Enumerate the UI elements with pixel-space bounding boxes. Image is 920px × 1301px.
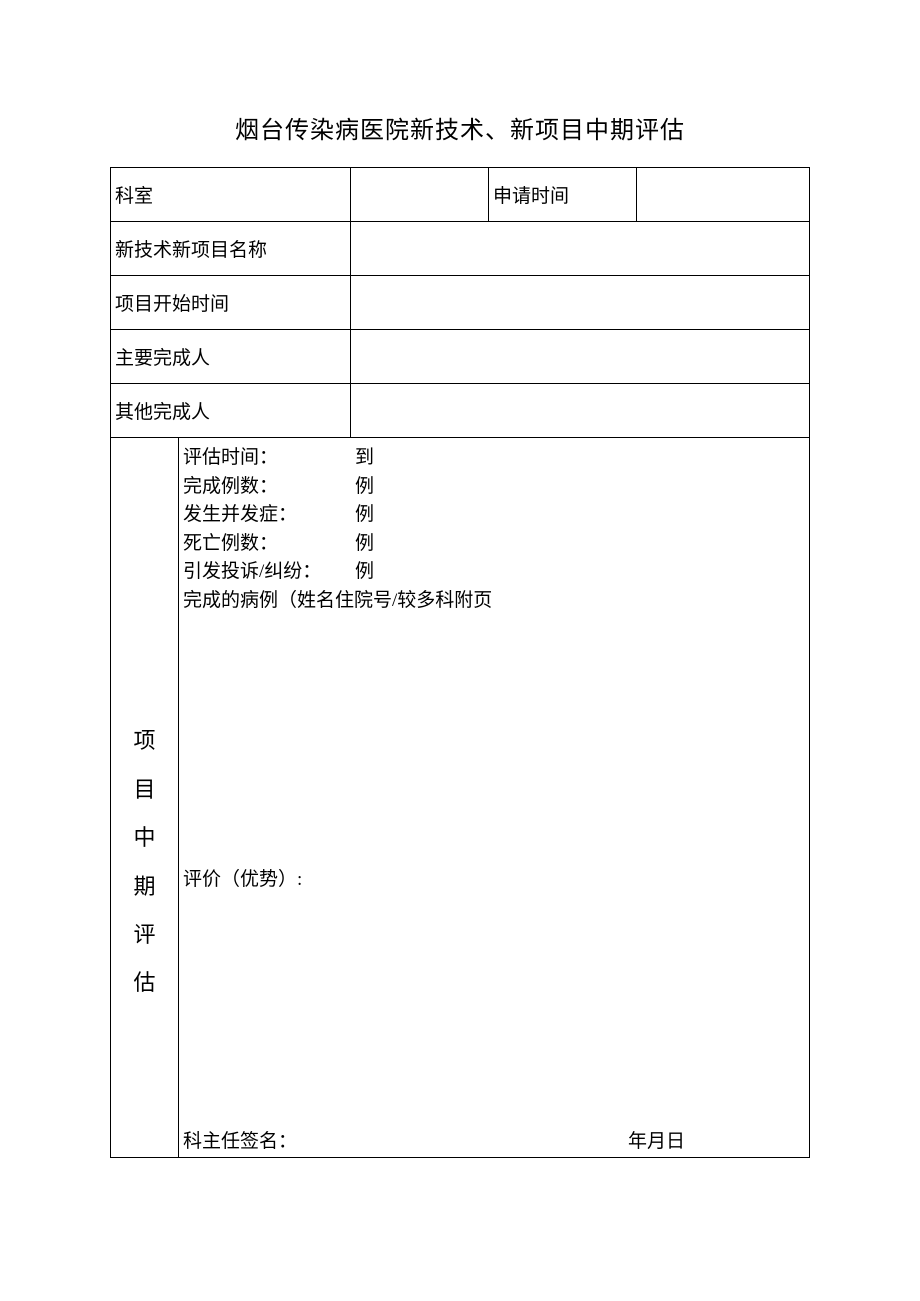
apply-time-label: 申请时间: [489, 168, 637, 222]
main-person-label: 主要完成人: [111, 330, 351, 384]
complication-value: 例: [355, 501, 374, 530]
eval-time-label: 评估时间：: [183, 444, 355, 473]
sign-date: 年月日: [628, 1126, 805, 1153]
other-person-label: 其他完成人: [111, 384, 351, 438]
section-char: 中: [133, 814, 155, 862]
complication-label: 发生并发症：: [183, 501, 355, 530]
cases-done-label: 完成例数：: [183, 473, 355, 502]
evaluation-label: 评价（优势）:: [183, 864, 302, 891]
section-char: 评: [133, 911, 155, 959]
apply-time-field[interactable]: [637, 168, 810, 222]
other-person-field[interactable]: [351, 384, 810, 438]
cases-detail-label: 完成的病例（姓名住院号/较多科附页: [183, 587, 805, 616]
project-name-label: 新技术新项目名称: [111, 222, 351, 276]
dept-label: 科室: [111, 168, 351, 222]
death-label: 死亡例数：: [183, 530, 355, 559]
sign-label: 科主任签名：: [183, 1126, 297, 1153]
start-time-field[interactable]: [351, 276, 810, 330]
start-time-label: 项目开始时间: [111, 276, 351, 330]
death-value: 例: [355, 530, 374, 559]
cases-done-value: 例: [355, 473, 374, 502]
evaluation-form-table: 科室 申请时间 新技术新项目名称 项目开始时间 主要完成人 其他完成人 项: [110, 167, 810, 1158]
section-char: 目: [133, 766, 155, 814]
project-name-field[interactable]: [351, 222, 810, 276]
dept-field[interactable]: [351, 168, 489, 222]
eval-time-value: 到: [355, 444, 374, 473]
complaint-label: 引发投诉/纠纷：: [183, 558, 355, 587]
complaint-value: 例: [355, 558, 374, 587]
section-char: 估: [133, 959, 155, 1007]
main-person-field[interactable]: [351, 330, 810, 384]
page-title: 烟台传染病医院新技术、新项目中期评估: [110, 110, 810, 145]
section-char: 期: [133, 863, 155, 911]
section-char: 项: [133, 717, 155, 765]
midterm-content-cell[interactable]: 评估时间： 到 完成例数： 例 发生并发症： 例 死亡例数： 例: [179, 438, 810, 1158]
midterm-section-label: 项 目 中 期 评 估: [111, 438, 179, 1158]
